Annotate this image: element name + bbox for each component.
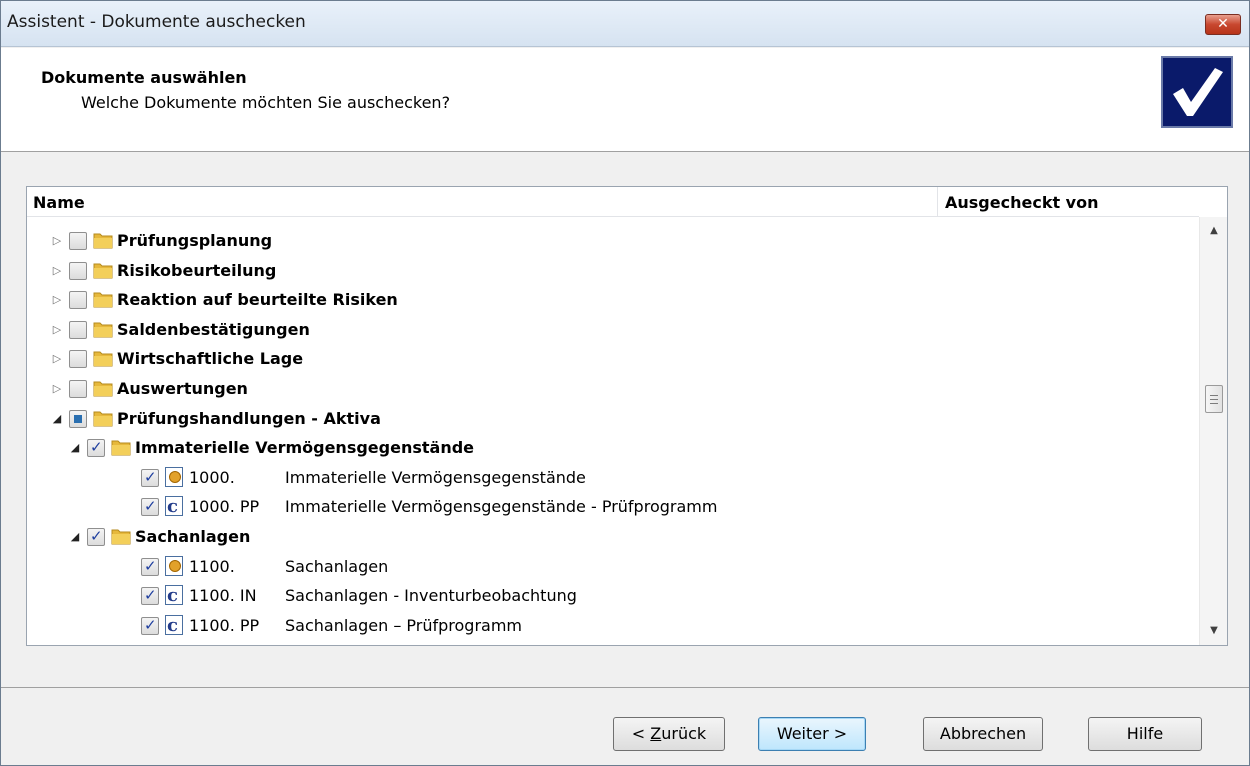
folder-icon	[93, 351, 113, 367]
tree-document-row[interactable]: 1100. Sachanlagen	[27, 552, 1199, 582]
next-button[interactable]: Weiter >	[758, 717, 866, 751]
column-separator[interactable]	[937, 187, 938, 217]
tree-folder-row[interactable]: ▷ Wirtschaftliche Lage	[27, 344, 1199, 374]
tree-document-row[interactable]: c 1100. IN Sachanlagen - Inventurbeobachtu…	[27, 581, 1199, 611]
folder-icon	[93, 322, 113, 338]
scroll-up-arrow-icon[interactable]: ▲	[1200, 219, 1228, 243]
tree-item-label: 1100. IN	[189, 586, 257, 606]
collapse-arrow-icon[interactable]: ◢	[69, 442, 81, 454]
tree-item-label: Prüfungshandlungen - Aktiva	[117, 408, 381, 428]
page-subtitle: Welche Dokumente möchten Sie auschecken?	[81, 93, 451, 112]
tree-checkbox[interactable]	[69, 291, 87, 310]
collapse-arrow-icon[interactable]: ◢	[51, 412, 63, 425]
checklist-icon: c	[165, 614, 183, 636]
wizard-header: Dokumente auswählen Welche Dokumente möc…	[1, 48, 1249, 152]
cancel-button[interactable]: Abbrechen	[923, 717, 1043, 751]
tree-document-row[interactable]: 1000. Immaterielle Vermögensgegenstände	[27, 463, 1199, 493]
tree-item-label: Auswertungen	[117, 379, 248, 398]
tree-item-label: Risikobeurteilung	[117, 260, 277, 280]
tree-item-label: Reaktion auf beurteilte Risiken	[117, 290, 398, 310]
column-name[interactable]: Name	[33, 193, 85, 212]
expand-arrow-icon[interactable]: ▷	[51, 294, 63, 306]
tree-folder-row[interactable]: ▷ Prüfungsplanung	[27, 226, 1199, 256]
expand-arrow-icon[interactable]: ▷	[51, 353, 63, 365]
tree-checkbox[interactable]	[87, 527, 105, 546]
checkmark-icon	[1161, 56, 1233, 128]
tree-item-label: 1000.	[189, 467, 235, 487]
tree-checkbox[interactable]	[69, 409, 87, 428]
tree-item-description: Sachanlagen - Inventurbeobachtung	[285, 586, 577, 606]
tree-checkbox[interactable]	[141, 616, 159, 635]
tree-item-description: Immaterielle Vermögensgegenstände - Prüf…	[285, 497, 718, 517]
column-header: Name Ausgecheckt von	[27, 187, 1199, 217]
title-bar: Assistent - Dokumente auschecken ✕	[1, 1, 1249, 47]
tree-folder-row[interactable]: ◢ Prüfungshandlungen - Aktiva	[27, 404, 1199, 434]
collapse-arrow-icon[interactable]: ◢	[69, 531, 81, 543]
tree-item-label: Wirtschaftliche Lage	[117, 349, 304, 369]
tree-item-label: 1100.	[189, 556, 235, 576]
tree-checkbox[interactable]	[141, 557, 159, 576]
tree-item-label: Saldenbestätigungen	[117, 319, 310, 339]
workpaper-icon	[165, 555, 183, 576]
column-checked-out-by[interactable]: Ausgecheckt von	[945, 193, 1098, 212]
tree-checkbox[interactable]	[69, 380, 87, 398]
tree-checkbox[interactable]	[69, 261, 87, 280]
tree-item-description: Immaterielle Vermögensgegenstände	[285, 467, 586, 487]
tree-item-description: Sachanlagen	[285, 556, 389, 576]
tree-document-row[interactable]: c 1000. PP Immaterielle Vermögensgegenstän…	[27, 492, 1199, 522]
tree-item-description: Sachanlagen – Prüfprogramm	[285, 615, 523, 635]
checklist-icon: c	[165, 496, 183, 517]
expand-arrow-icon[interactable]: ▷	[51, 264, 63, 277]
expand-arrow-icon[interactable]: ▷	[51, 323, 63, 336]
vertical-scrollbar[interactable]: ▲ ▼	[1199, 217, 1227, 645]
tree-item-label: Sachanlagen	[135, 527, 251, 546]
tree-item-label: Immaterielle Vermögensgegenstände	[135, 438, 475, 458]
tree-folder-row[interactable]: ▷ Saldenbestätigungen	[27, 315, 1199, 345]
folder-icon	[93, 381, 113, 397]
tree-checkbox[interactable]	[69, 350, 87, 369]
folder-icon	[93, 263, 113, 279]
tree-document-row[interactable]: c 1100. PP Sachanlagen – Prüfprogramm	[27, 611, 1199, 641]
window-title: Assistent - Dokumente auschecken	[7, 12, 306, 32]
tree-item-label: 1000. PP	[189, 497, 260, 517]
tree-checkbox[interactable]	[141, 468, 159, 487]
document-tree[interactable]: Name Ausgecheckt von ▷ Prüfungsplanung ▷ Ri…	[26, 186, 1228, 646]
tree-folder-row[interactable]: ▷ Reaktion auf beurteilte Risiken	[27, 285, 1199, 315]
tree-checkbox[interactable]	[141, 586, 159, 606]
expand-arrow-icon[interactable]: ▷	[51, 235, 63, 247]
tree-item-label: 1100. PP	[189, 615, 260, 635]
tree-checkbox[interactable]	[87, 438, 105, 458]
folder-icon	[111, 440, 131, 456]
tree-folder-row[interactable]: ◢ Sachanlagen	[27, 522, 1199, 552]
tree-checkbox[interactable]	[141, 497, 159, 517]
tree-folder-row[interactable]: ▷ Risikobeurteilung	[27, 256, 1199, 286]
folder-icon	[93, 411, 113, 427]
tree-checkbox[interactable]	[69, 232, 87, 250]
close-button[interactable]: ✕	[1205, 14, 1241, 35]
back-button[interactable]: < Zurück	[613, 717, 725, 751]
tree-rows: ▷ Prüfungsplanung ▷ Risikobeurteilung ▷ Reakt…	[27, 226, 1199, 644]
folder-icon	[93, 292, 113, 308]
tree-checkbox[interactable]	[69, 320, 87, 339]
workpaper-icon	[165, 466, 183, 487]
dialog-window: Assistent - Dokumente auschecken ✕ Dokum…	[0, 0, 1250, 766]
scroll-thumb[interactable]	[1205, 385, 1223, 413]
folder-icon	[111, 529, 131, 545]
folder-icon	[93, 233, 113, 249]
help-button[interactable]: Hilfe	[1088, 717, 1202, 751]
tree-item-label: Prüfungsplanung	[117, 231, 273, 250]
scroll-down-arrow-icon[interactable]: ▼	[1200, 619, 1228, 643]
tree-folder-row[interactable]: ◢ Immaterielle Vermögensgegenstände	[27, 433, 1199, 463]
checklist-icon: c	[165, 585, 183, 606]
tree-folder-row[interactable]: ▷ Auswertungen	[27, 374, 1199, 404]
footer-divider	[1, 687, 1249, 688]
expand-arrow-icon[interactable]: ▷	[51, 383, 63, 395]
page-title: Dokumente auswählen	[41, 68, 247, 87]
